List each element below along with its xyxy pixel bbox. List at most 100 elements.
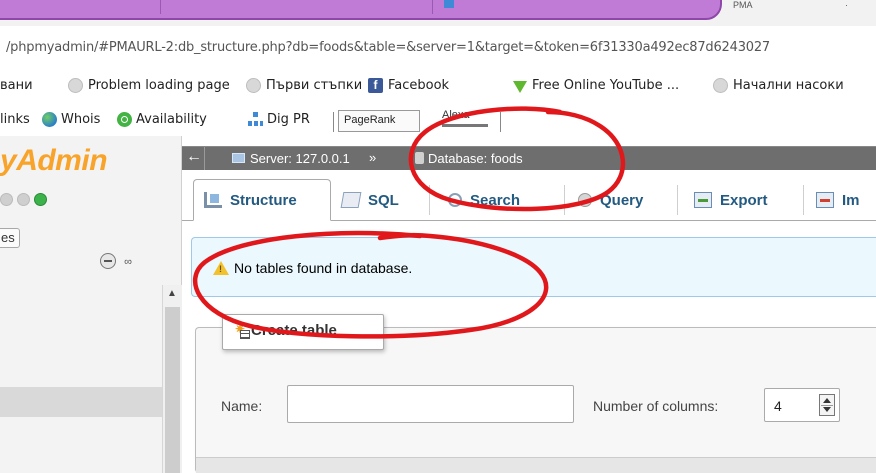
docs-icon[interactable]: [17, 193, 30, 206]
toolbar-digpr[interactable]: Dig PR: [248, 112, 310, 127]
warning-icon: [213, 261, 229, 275]
databases-tab[interactable]: es: [0, 228, 20, 248]
tab-import[interactable]: Im: [816, 179, 860, 221]
browser-tab-title: PMA: [733, 0, 753, 10]
bookmark-item[interactable]: Начални насоки: [713, 78, 844, 93]
new-table-icon: ✷: [235, 323, 251, 339]
toolbar-links-label: links: [0, 112, 30, 127]
seo-toolbar: links Whois Availability Dig PR PageRank…: [0, 108, 876, 134]
breadcrumb-arrow: »: [369, 150, 377, 165]
databases-tab-label: es: [1, 230, 15, 245]
sitemap-icon: [248, 112, 263, 127]
columns-count-label: Number of columns:: [593, 398, 719, 414]
toolbar-divider: [333, 112, 334, 132]
pagerank-widget[interactable]: PageRank: [338, 110, 420, 132]
browser-tab-pma[interactable]: PMA ·: [733, 0, 848, 10]
bookmark-label: Начални насоки: [733, 78, 844, 93]
notice-text: No tables found in database.: [234, 260, 413, 276]
tab-search[interactable]: Search: [448, 179, 520, 221]
pagerank-label: PageRank: [344, 114, 396, 126]
tab-structure-label: Structure: [230, 191, 297, 209]
spinner-divider: [821, 405, 833, 406]
breadcrumb-database[interactable]: Database: foods: [428, 151, 523, 166]
toolbar-whois-label: Whois: [61, 112, 101, 127]
tab-export[interactable]: Export: [694, 179, 768, 221]
table-grid-icon: [240, 330, 250, 339]
bookmark-item[interactable]: f Facebook: [368, 78, 449, 93]
tab-close-icon[interactable]: ·: [845, 0, 848, 10]
back-arrow-icon[interactable]: ←: [186, 148, 202, 166]
structure-icon: [204, 192, 222, 208]
menu-tabs: Structure SQL Search Query Export Im: [182, 175, 876, 221]
address-bar[interactable]: /phpmyadmin/#PMAURL-2:db_structure.php?d…: [0, 40, 876, 60]
bookmark-label: вани: [0, 78, 33, 93]
scrollbar-thumb[interactable]: [165, 307, 180, 473]
link-icon[interactable]: ∞: [119, 253, 137, 269]
bookmark-label: Първи стъпки: [266, 78, 363, 93]
logo-prefix: y: [0, 144, 17, 177]
tab-structure[interactable]: Structure: [193, 179, 331, 221]
navigation-panel: [0, 136, 182, 473]
bookmark-item[interactable]: вани: [0, 78, 33, 93]
tab-divider: [429, 185, 430, 215]
alexa-widget[interactable]: Alexa: [432, 109, 500, 131]
toolbar-whois[interactable]: Whois: [42, 112, 100, 127]
tab-divider: [803, 185, 804, 215]
toolbar-availability-label: Availability: [136, 112, 207, 127]
address-bar-url: /phpmyadmin/#PMAURL-2:db_structure.php?d…: [6, 40, 770, 55]
bookmark-item[interactable]: Free Online YouTube ...: [513, 78, 679, 93]
toolbar-divider: [500, 112, 501, 132]
export-icon: [694, 192, 712, 208]
query-icon: [578, 193, 592, 207]
create-table-legend: ✷ Create table: [222, 314, 384, 350]
notice-box: No tables found in database.: [191, 237, 876, 297]
logo-text: Admin: [16, 144, 108, 177]
tab-export-label: Export: [720, 191, 768, 209]
browser-tabstrip: PMA ·: [0, 0, 876, 26]
tab-query-label: Query: [600, 191, 644, 209]
phpmyadmin-logo[interactable]: yAdmin: [0, 144, 108, 178]
globe-grey-icon: [713, 78, 728, 93]
navigation-selected-row[interactable]: [0, 387, 162, 417]
spinner-buttons[interactable]: [819, 394, 835, 416]
facebook-icon: f: [368, 78, 383, 93]
spinner-up-icon[interactable]: [823, 398, 831, 403]
bookmark-label: Free Online YouTube ...: [532, 78, 680, 93]
download-arrow-icon: [513, 80, 527, 93]
scroll-up-icon[interactable]: ▲: [166, 289, 178, 299]
sql-icon: [340, 192, 362, 208]
toolbar-digpr-label: Dig PR: [267, 112, 310, 127]
fieldset-footer: [196, 457, 876, 473]
toolbar-availability[interactable]: Availability: [117, 112, 207, 127]
alexa-rank-bar: [442, 124, 488, 127]
globe-grey-icon: [246, 78, 261, 93]
home-icon[interactable]: [0, 193, 13, 206]
table-name-input[interactable]: [287, 385, 574, 423]
globe-icon: [42, 112, 57, 127]
tab-divider: [677, 185, 678, 215]
tree-controls: ∞: [100, 253, 137, 269]
navigation-scrollbar[interactable]: ▲: [162, 285, 182, 473]
table-name-label: Name:: [221, 398, 263, 414]
tab-separator: [432, 0, 433, 14]
bookmark-item[interactable]: Първи стъпки: [246, 78, 362, 93]
server-icon: [232, 153, 245, 163]
create-table-title: Create table: [251, 322, 337, 339]
tab-query[interactable]: Query: [578, 179, 643, 221]
tab-sql-label: SQL: [368, 191, 399, 209]
tab-search-label: Search: [470, 191, 521, 209]
toolbar-links[interactable]: links: [0, 112, 30, 127]
screen: PMA · /phpmyadmin/#PMAURL-2:db_structure…: [0, 0, 876, 473]
collapse-icon[interactable]: [100, 253, 116, 269]
bookmark-item[interactable]: Problem loading page: [68, 78, 230, 93]
browser-tab-active[interactable]: [0, 0, 722, 20]
spinner-down-icon[interactable]: [823, 407, 831, 412]
tab-sql[interactable]: SQL: [340, 179, 399, 221]
database-icon: [415, 152, 424, 164]
columns-count-input[interactable]: 4: [764, 388, 840, 422]
reload-icon[interactable]: [34, 193, 47, 206]
bookmark-label: Facebook: [388, 78, 450, 93]
globe-grey-icon: [68, 78, 83, 93]
tab-divider: [564, 185, 565, 215]
breadcrumb-server[interactable]: Server: 127.0.0.1: [250, 151, 350, 166]
